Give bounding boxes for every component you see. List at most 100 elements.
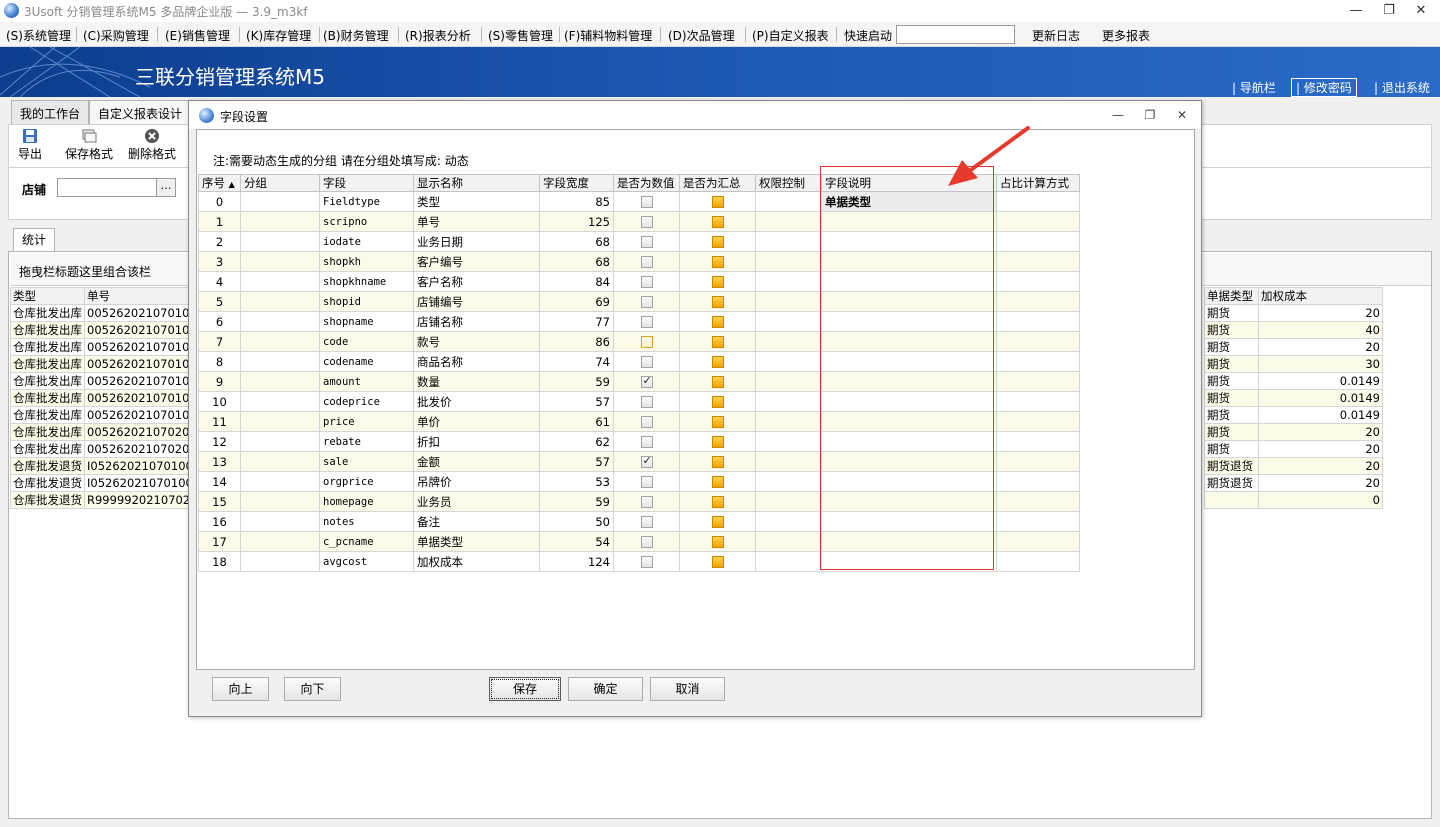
cell-field-description[interactable] <box>821 431 997 452</box>
cell-field-description[interactable] <box>821 231 997 252</box>
cell-ratio-method[interactable] <box>996 391 1080 412</box>
field-row[interactable]: 1 scripno 单号 125 <box>198 211 1080 232</box>
cell-field-description[interactable] <box>821 391 997 412</box>
cell-field-description[interactable] <box>821 291 997 312</box>
cell-display-name[interactable]: 客户编号 <box>413 251 540 272</box>
cell-permission[interactable] <box>755 551 822 572</box>
cell-permission[interactable] <box>755 311 822 332</box>
summary-checkbox[interactable] <box>711 296 724 308</box>
checkbox-unchecked[interactable] <box>640 216 653 228</box>
cell-ratio-method[interactable] <box>996 271 1080 292</box>
column-header-group[interactable]: 分组 <box>240 174 320 192</box>
cell-ratio-method[interactable] <box>996 311 1080 332</box>
cell-ratio-method[interactable] <box>996 231 1080 252</box>
cell-field-description[interactable] <box>821 311 997 332</box>
cell-permission[interactable] <box>755 431 822 452</box>
cell-permission[interactable] <box>755 211 822 232</box>
cell-permission[interactable] <box>755 511 822 532</box>
cell-ratio-method[interactable] <box>996 551 1080 572</box>
cell-field-description[interactable] <box>821 211 997 232</box>
column-header-type[interactable]: 类型 <box>10 287 85 305</box>
table-row[interactable]: 期货 20 <box>1204 423 1384 441</box>
field-row[interactable]: 7 code 款号 86 <box>198 331 1080 352</box>
table-row[interactable]: 期货 30 <box>1204 355 1384 373</box>
field-row[interactable]: 10 codeprice 批发价 57 <box>198 391 1080 412</box>
cell-display-name[interactable]: 业务员 <box>413 491 540 512</box>
menu-purchase[interactable]: (C)采购管理 <box>83 27 149 44</box>
table-row[interactable]: 期货 0.0149 <box>1204 389 1384 407</box>
cell-display-name[interactable]: 吊牌价 <box>413 471 540 492</box>
cell-field-width[interactable]: 59 <box>539 491 614 512</box>
cell-permission[interactable] <box>755 231 822 252</box>
summary-checkbox[interactable] <box>711 276 724 288</box>
move-down-button[interactable]: 向下 <box>284 677 341 701</box>
more-reports-link[interactable]: 更多报表 <box>1102 27 1150 44</box>
summary-checkbox[interactable] <box>711 376 724 388</box>
field-row[interactable]: 18 avgcost 加权成本 124 <box>198 551 1080 572</box>
checkbox-unchecked[interactable] <box>640 536 653 548</box>
summary-checkbox[interactable] <box>711 536 724 548</box>
table-row[interactable]: 仓库批发出库 0052620210701001 <box>10 355 216 373</box>
menu-reports[interactable]: (R)报表分析 <box>405 27 471 44</box>
tab-custom-report-design[interactable]: 自定义报表设计 <box>89 100 192 124</box>
checkbox-unchecked[interactable] <box>640 316 653 328</box>
cell-permission[interactable] <box>755 471 822 492</box>
cell-display-name[interactable]: 备注 <box>413 511 540 532</box>
cell-field-description[interactable]: 单据类型 <box>821 191 997 212</box>
cell-field-description[interactable] <box>821 351 997 372</box>
field-row[interactable]: 17 c_pcname 单据类型 54 <box>198 531 1080 552</box>
cell-ratio-method[interactable] <box>996 371 1080 392</box>
checkbox-unchecked[interactable] <box>640 516 653 528</box>
table-row[interactable]: 仓库批发出库 0052620210701001 <box>10 389 216 407</box>
cell-display-name[interactable]: 业务日期 <box>413 231 540 252</box>
checkbox-unchecked[interactable] <box>640 336 653 348</box>
cell-ratio-method[interactable] <box>996 491 1080 512</box>
checkbox-checked[interactable] <box>640 374 653 388</box>
nav-bar-link[interactable]: | 导航栏 <box>1232 79 1276 96</box>
table-row[interactable]: 期货 0.0149 <box>1204 372 1384 390</box>
cell-permission[interactable] <box>755 331 822 352</box>
cell-ratio-method[interactable] <box>996 411 1080 432</box>
cell-display-name[interactable]: 加权成本 <box>413 551 540 572</box>
column-header-seq[interactable]: 序号 ▲ <box>198 174 241 192</box>
cell-group[interactable] <box>240 511 320 532</box>
cancel-button[interactable]: 取消 <box>650 677 725 701</box>
update-log-link[interactable]: 更新日志 <box>1032 27 1080 44</box>
cell-field-width[interactable]: 54 <box>539 531 614 552</box>
cell-group[interactable] <box>240 211 320 232</box>
cell-field-description[interactable] <box>821 551 997 572</box>
cell-permission[interactable] <box>755 371 822 392</box>
cell-field-width[interactable]: 84 <box>539 271 614 292</box>
cell-field-width[interactable]: 57 <box>539 451 614 472</box>
cell-ratio-method[interactable] <box>996 511 1080 532</box>
tab-statistics[interactable]: 统计 <box>13 228 55 252</box>
summary-checkbox[interactable] <box>711 416 724 428</box>
table-row[interactable]: 期货退货 20 <box>1204 474 1384 492</box>
field-row[interactable]: 3 shopkh 客户编号 68 <box>198 251 1080 272</box>
field-row[interactable]: 16 notes 备注 50 <box>198 511 1080 532</box>
summary-checkbox[interactable] <box>711 256 724 268</box>
cell-ratio-method[interactable] <box>996 531 1080 552</box>
cell-group[interactable] <box>240 351 320 372</box>
cell-group[interactable] <box>240 231 320 252</box>
table-row[interactable]: 期货退货 20 <box>1204 457 1384 475</box>
cell-field-width[interactable]: 85 <box>539 191 614 212</box>
cell-group[interactable] <box>240 471 320 492</box>
delete-format-button[interactable]: 删除格式 <box>128 128 176 162</box>
column-header-is-numeric[interactable]: 是否为数值 <box>613 174 680 192</box>
cell-permission[interactable] <box>755 531 822 552</box>
cell-field-width[interactable]: 69 <box>539 291 614 312</box>
cell-group[interactable] <box>240 411 320 432</box>
column-header-permission[interactable]: 权限控制 <box>755 174 822 192</box>
cell-group[interactable] <box>240 191 320 212</box>
cell-group[interactable] <box>240 291 320 312</box>
cell-permission[interactable] <box>755 291 822 312</box>
ok-button[interactable]: 确定 <box>568 677 643 701</box>
summary-checkbox[interactable] <box>711 496 724 508</box>
table-row[interactable]: 仓库批发出库 0052620210701001 <box>10 406 216 424</box>
cell-field-width[interactable]: 50 <box>539 511 614 532</box>
menu-accessories[interactable]: (F)辅料物料管理 <box>564 27 652 44</box>
cell-group[interactable] <box>240 371 320 392</box>
checkbox-unchecked[interactable] <box>640 416 653 428</box>
cell-field-width[interactable]: 68 <box>539 251 614 272</box>
